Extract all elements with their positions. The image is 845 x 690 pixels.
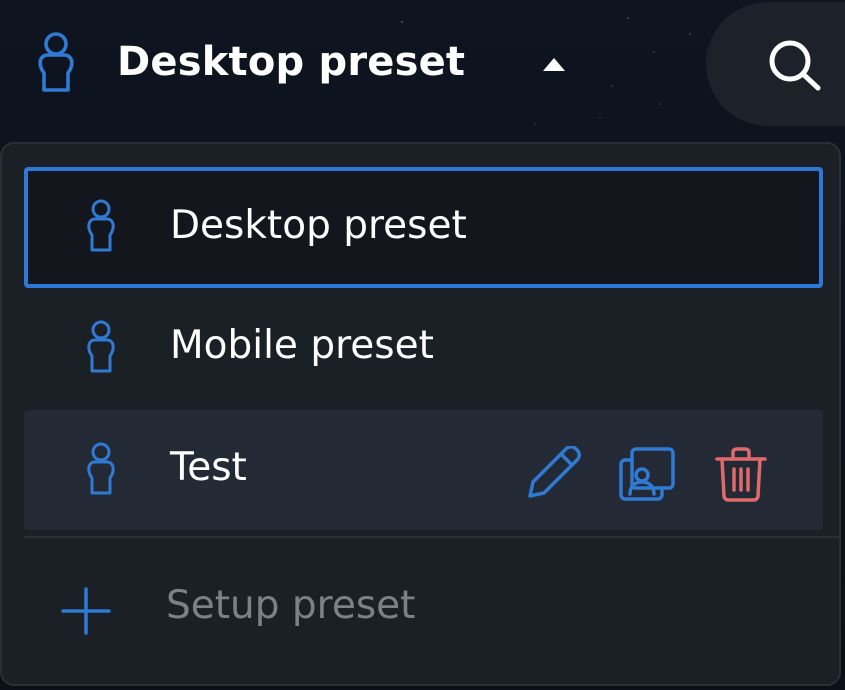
preset-dropdown: Desktop preset Mobile preset Test Setup …: [0, 142, 841, 686]
person-icon: [87, 442, 115, 495]
preset-option-desktop[interactable]: Desktop preset: [24, 167, 823, 288]
preset-option-test[interactable]: Test: [24, 410, 823, 530]
person-icon: [38, 32, 74, 92]
preset-option-label: Test: [170, 445, 247, 490]
person-icon: [87, 320, 115, 373]
caret-up-icon[interactable]: [541, 55, 567, 73]
preset-option-label: Desktop preset: [170, 203, 467, 248]
delete-icon[interactable]: [714, 446, 768, 502]
edit-icon[interactable]: [524, 446, 584, 502]
person-icon: [87, 199, 115, 252]
setup-preset-label: Setup preset: [166, 583, 416, 628]
search-icon[interactable]: [762, 36, 828, 94]
setup-preset-button[interactable]: Setup preset: [24, 542, 823, 682]
plus-icon: [61, 587, 111, 635]
preset-option-label: Mobile preset: [170, 323, 434, 368]
duplicate-icon[interactable]: [618, 446, 676, 502]
dropdown-divider: [24, 536, 841, 538]
preset-selector-screen: Desktop preset Desktop preset Mobile pre…: [0, 0, 845, 690]
preset-option-mobile[interactable]: Mobile preset: [24, 288, 823, 408]
selected-preset-title[interactable]: Desktop preset: [117, 34, 465, 90]
